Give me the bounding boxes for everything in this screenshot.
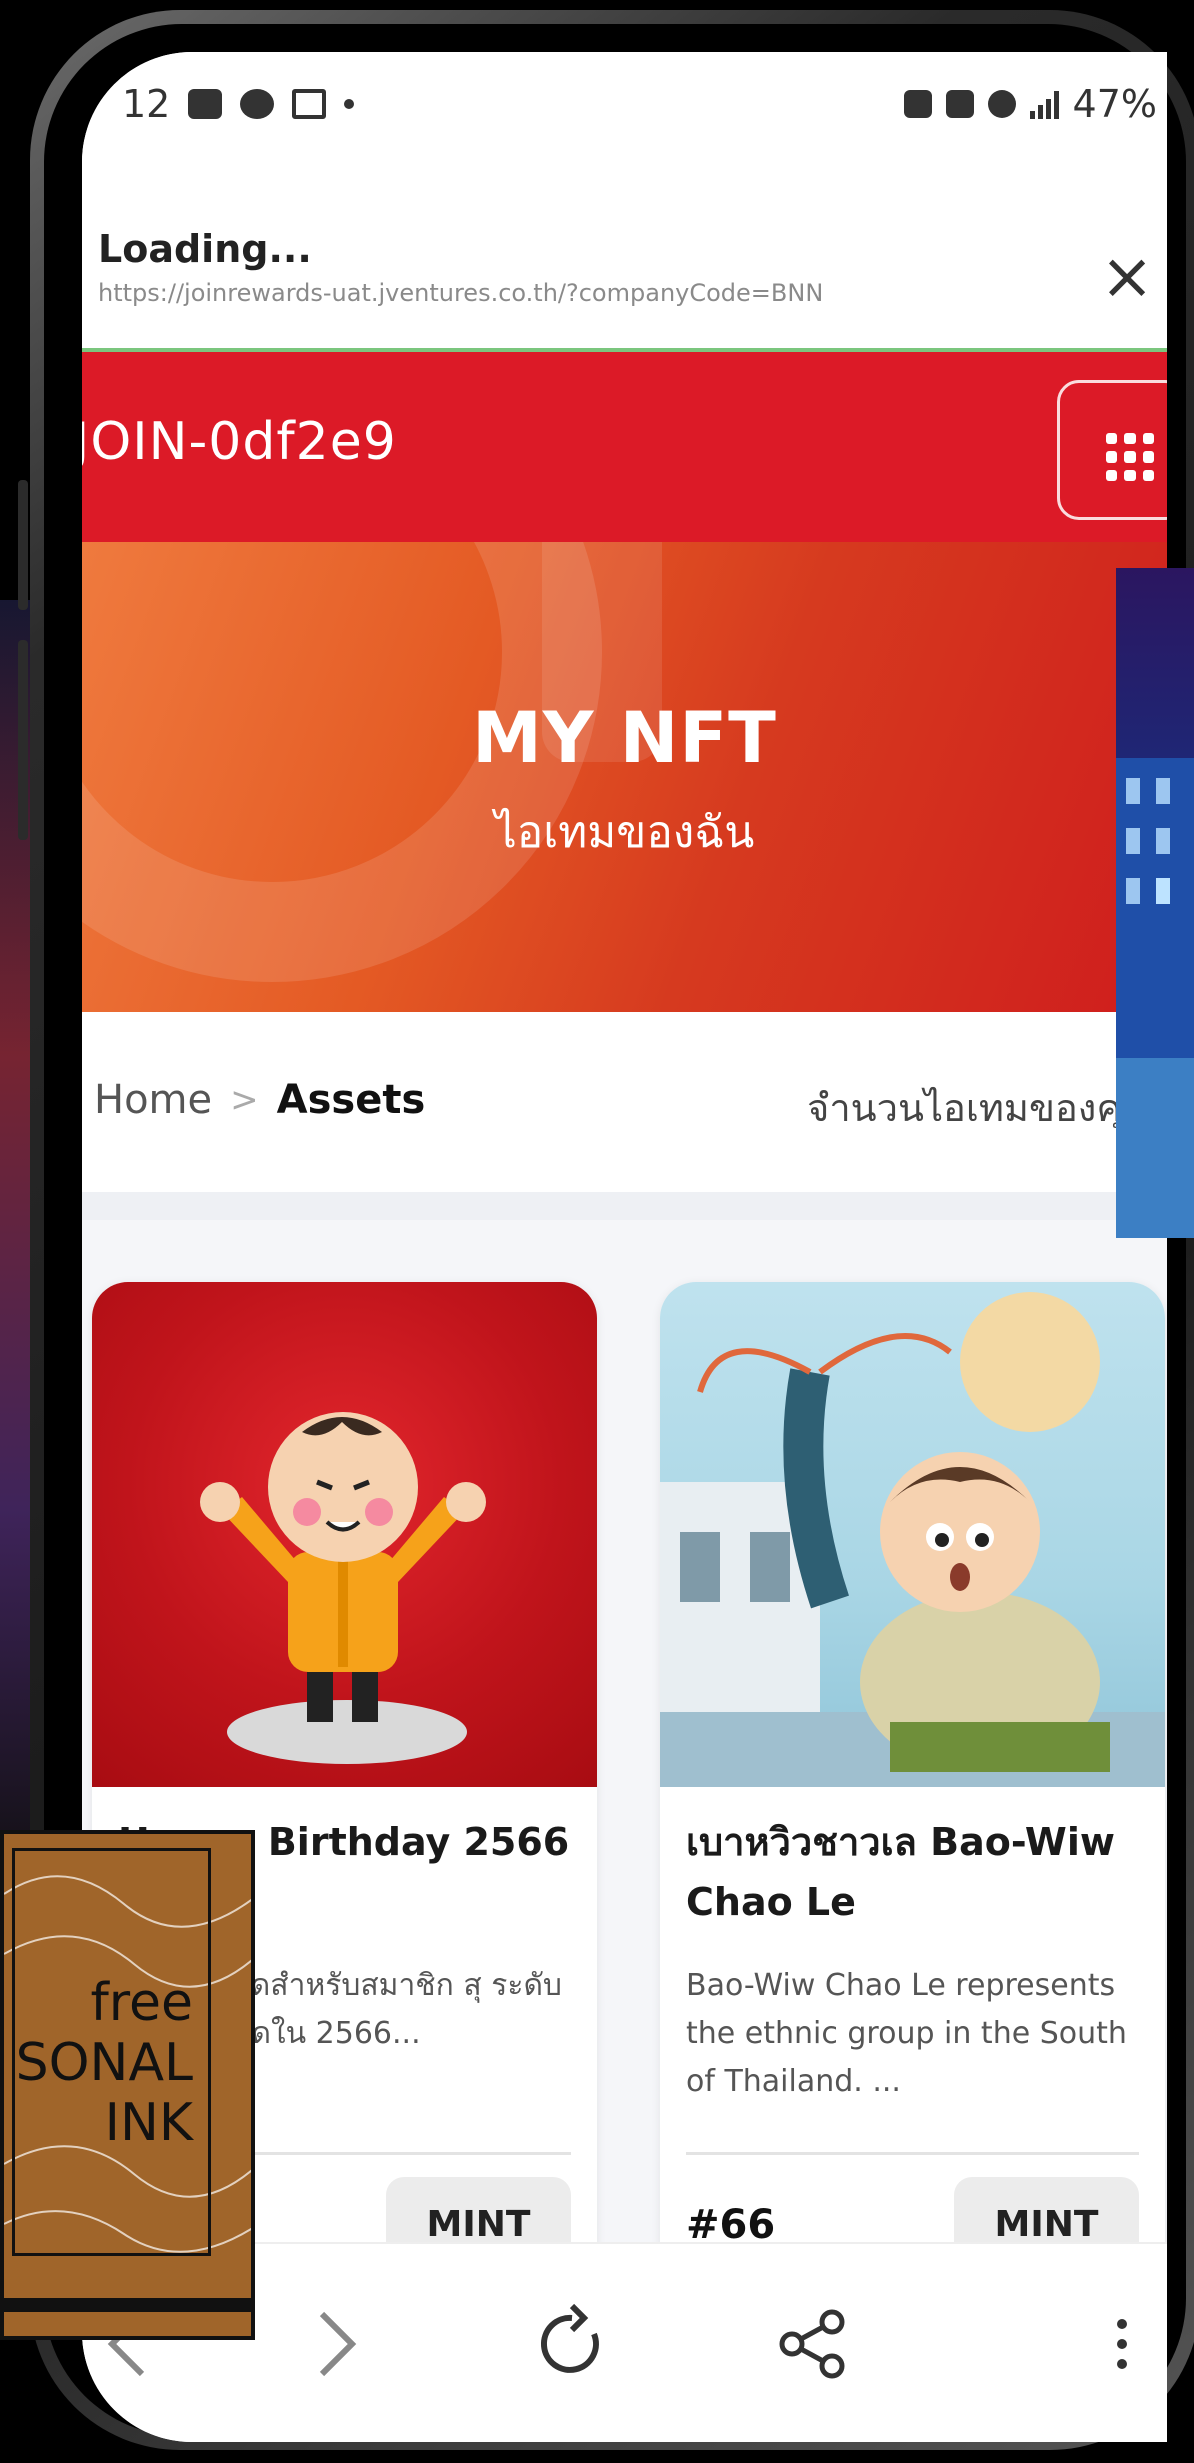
menu-button[interactable] [1057,380,1167,520]
page-title: MY NFT [472,697,777,779]
signal-icon [1029,89,1059,119]
section-divider [82,1192,1167,1220]
overlay-promo-badge: free SONAL INK [0,1830,255,2340]
nft-card[interactable]: เบาหวิวชาวเล Bao-Wiw Chao Le Bao-Wiw Cha… [660,1282,1165,2302]
item-count-label: จำนวนไอเทมของคุณ [807,1086,1157,1130]
gallery-icon [188,89,223,119]
battery-level: 47% [1072,82,1157,126]
status-right: 47% [903,82,1157,126]
hero-banner: MY NFT ไอเทมของฉัน [82,542,1167,1012]
refresh-icon[interactable] [522,2294,622,2394]
loading-title: Loading... [98,227,312,271]
nft-description: Bao-Wiw Chao Le represents the ethnic gr… [686,1968,1127,2099]
badge-line: INK [104,2093,193,2153]
more-options-icon[interactable] [1072,2294,1167,2394]
badge-line: SONAL [15,2033,193,2093]
page-subtitle: ไอเทมของฉัน [494,807,755,858]
status-left: 12 [122,82,355,126]
account-id: JOIN-0df2e9 [82,412,397,472]
card-divider [686,2152,1139,2155]
app-header: JOIN-0df2e9 [82,352,1167,542]
status-time: 12 [122,82,171,126]
nft-image [660,1282,1165,1787]
breadcrumb-current: Assets [276,1077,426,1123]
line-chat-icon [240,89,275,119]
forward-icon[interactable] [282,2294,382,2394]
gmail-icon [292,89,327,119]
baby-character-illustration [200,1412,486,1764]
browser-loading-bar: Loading... https://joinrewards-uat.jvent… [82,167,1167,352]
page-url: https://joinrewards-uat.jventures.co.th/… [98,279,824,307]
chevron-right-icon: > [230,1080,259,1120]
more-notifications-icon [344,99,355,109]
close-button[interactable]: × [1087,237,1167,317]
wifi-icon [987,90,1016,118]
badge-line: free [90,1973,193,2033]
badge-underline [4,2298,251,2312]
nft-image [92,1282,597,1787]
overlay-city-image [1116,568,1194,1238]
mute-icon [945,90,974,118]
alarm-icon [903,90,932,118]
breadcrumb: Home > Assets [94,1077,425,1123]
phone-side-button [18,640,28,840]
breadcrumb-home[interactable]: Home [94,1077,212,1123]
nft-title: เบาหวิวชาวเล Bao-Wiw Chao Le [686,1820,1115,1924]
share-icon[interactable] [762,2294,862,2394]
phone-side-button [18,480,28,610]
breadcrumb-bar: Home > Assets จำนวนไอเทมของคุณ [82,1012,1167,1192]
grid-menu-icon [1106,433,1154,481]
bao-wiw-character-illustration [660,1292,1165,1787]
